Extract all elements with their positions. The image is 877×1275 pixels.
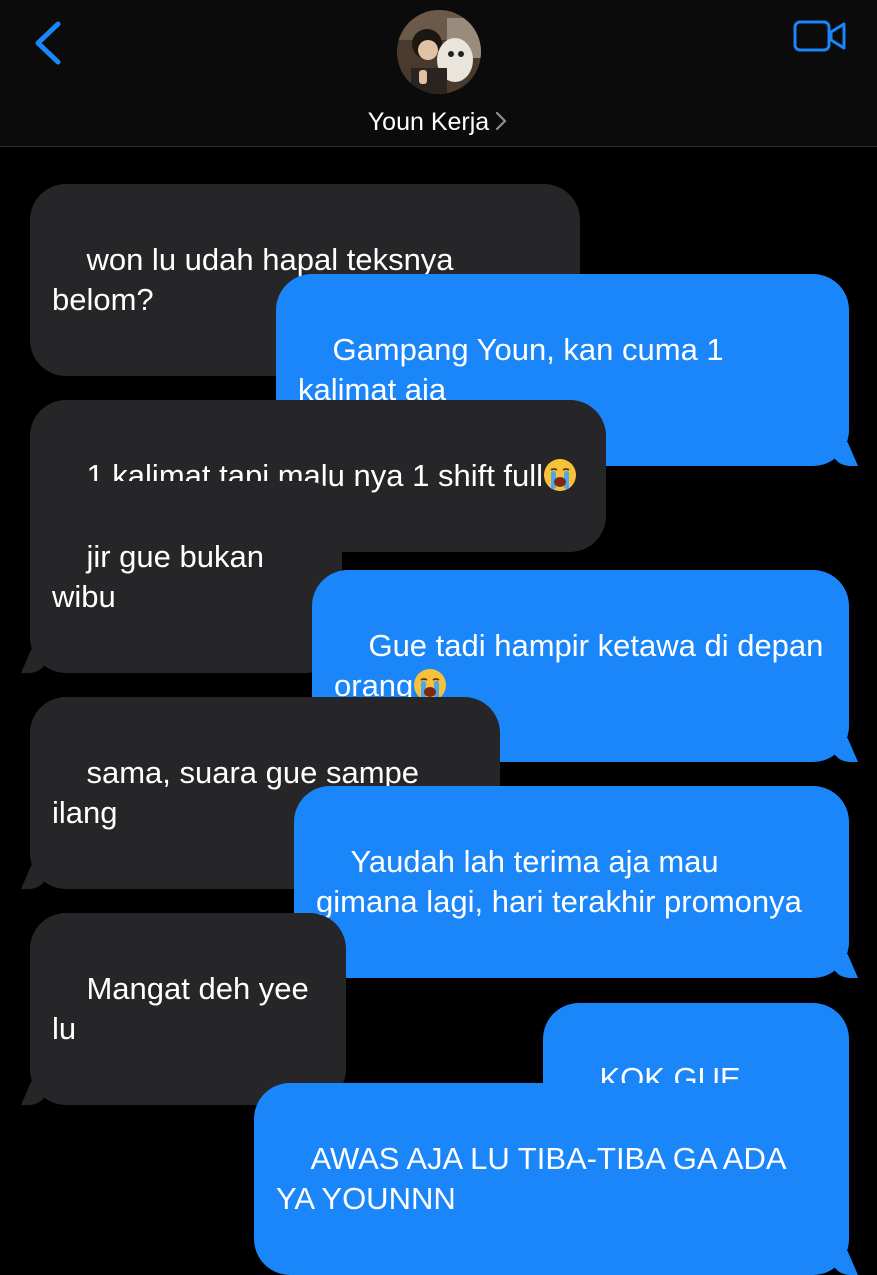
message-bubble-sent[interactable]: AWAS AJA LU TIBA-TIBA GA ADA YA YOUNNN xyxy=(254,1083,849,1275)
message-bubble-sent[interactable]: Yaudah lah terima aja mau gimana lagi, h… xyxy=(294,786,849,978)
contact-name: Youn Kerja xyxy=(367,108,490,136)
message-text: Yaudah lah terima aja mau gimana lagi, h… xyxy=(316,844,802,919)
video-camera-icon xyxy=(793,20,846,52)
message-bubble-received[interactable]: Mangat deh yee lu xyxy=(30,913,346,1105)
back-button[interactable] xyxy=(28,18,68,68)
message-text: Mangat deh yee lu xyxy=(52,971,318,1046)
message-text: Gampang Youn, kan cuma 1 kalimat aja xyxy=(298,332,733,407)
avatar-photo xyxy=(397,10,481,94)
message-text: Gue tadi hampir ketawa di depan orang xyxy=(334,628,833,703)
chevron-left-icon xyxy=(35,21,61,65)
message-bubble-received[interactable]: jir gue bukan wibu xyxy=(30,481,342,673)
contact-avatar[interactable] xyxy=(397,10,481,94)
video-call-button[interactable] xyxy=(793,18,847,54)
message-text: AWAS AJA LU TIBA-TIBA GA ADA YA YOUNNN xyxy=(276,1141,793,1216)
chevron-right-icon xyxy=(496,111,507,131)
loudly-crying-face-emoji-icon xyxy=(544,459,577,491)
conversation-header: Youn Kerja xyxy=(0,0,877,147)
message-text: jir gue bukan wibu xyxy=(52,539,273,614)
contact-name-button[interactable]: Youn Kerja xyxy=(0,104,877,140)
